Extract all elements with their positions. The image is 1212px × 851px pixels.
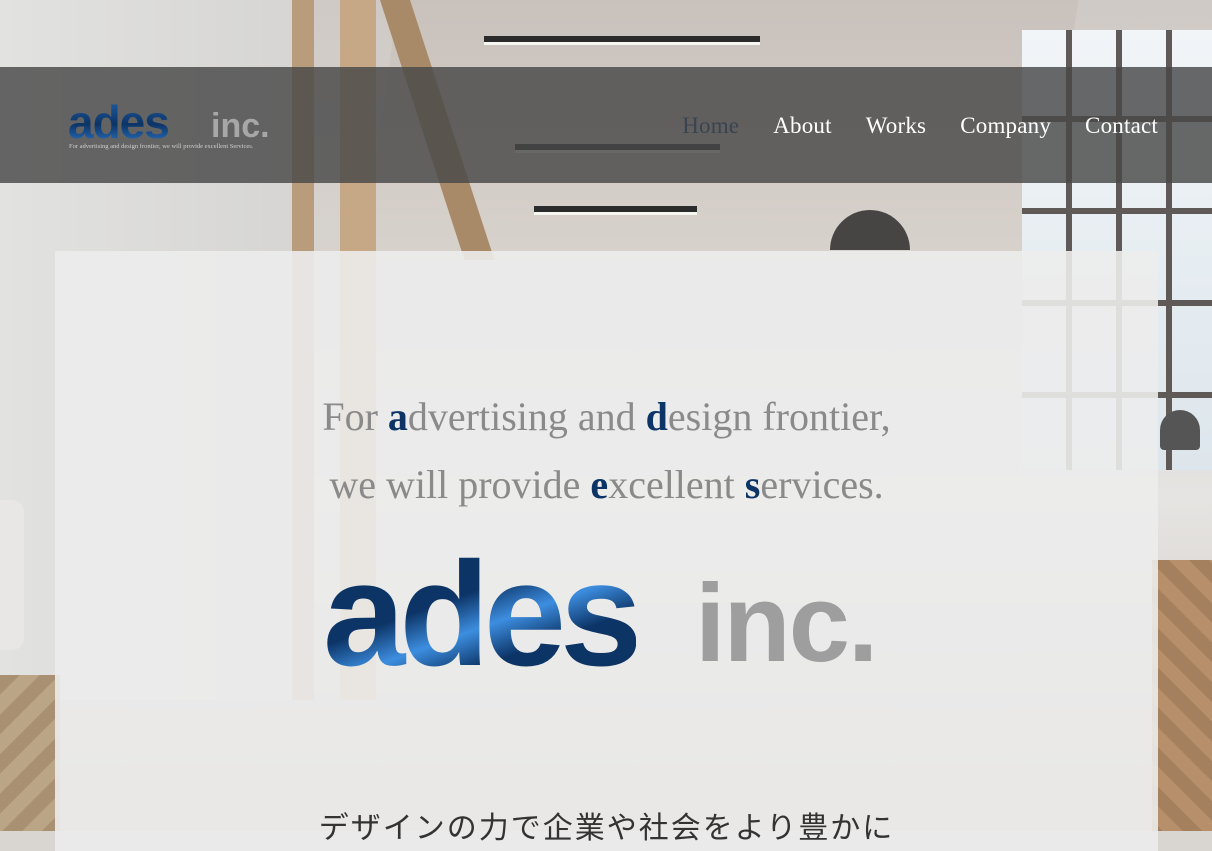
logo-tagline: For advertising and design frontier, we …	[69, 143, 254, 150]
tagline-text: xcellent	[608, 462, 745, 507]
bg-floor	[0, 675, 60, 831]
main-nav: Home About Works Company Contact	[682, 111, 1158, 141]
nav-works[interactable]: Works	[866, 111, 926, 141]
bg-chair	[0, 500, 24, 650]
hero-tagline-line2: we will provide excellent services.	[55, 465, 1158, 505]
nav-contact[interactable]: Contact	[1085, 111, 1158, 141]
logo-suffix: inc.	[211, 107, 270, 145]
hero-japanese-copy: デザインの力で企業や社会をより豊かに	[318, 811, 895, 846]
hero-logo-wordmark: ades	[323, 532, 642, 697]
tagline-highlight: s	[744, 462, 761, 507]
tagline-text: For	[322, 394, 388, 439]
nav-about[interactable]: About	[773, 111, 832, 141]
bg-floor	[1152, 560, 1212, 831]
nav-company[interactable]: Company	[960, 111, 1051, 141]
tagline-text: dvertising and	[407, 394, 646, 439]
tagline-text: ervices.	[760, 462, 884, 507]
nav-home[interactable]: Home	[682, 111, 739, 141]
logo-wordmark: ades	[68, 96, 170, 148]
header-logo[interactable]: ades inc. For advertising and design fro…	[68, 99, 288, 155]
tagline-text: esign frontier,	[667, 394, 891, 439]
hero-logo: ades inc.	[323, 541, 893, 689]
hero-panel: For advertising and design frontier, we …	[55, 251, 1158, 851]
bg-desk-lamp	[1160, 410, 1200, 450]
bg-ceiling-light	[484, 36, 760, 45]
tagline-highlight: e	[590, 462, 609, 507]
tagline-highlight: a	[387, 394, 408, 439]
tagline-highlight: d	[645, 394, 668, 439]
hero-tagline-line1: For advertising and design frontier,	[55, 397, 1158, 437]
hero-logo-suffix: inc.	[695, 562, 878, 685]
bg-ceiling-light	[534, 206, 697, 215]
tagline-text: we will provide	[329, 462, 591, 507]
